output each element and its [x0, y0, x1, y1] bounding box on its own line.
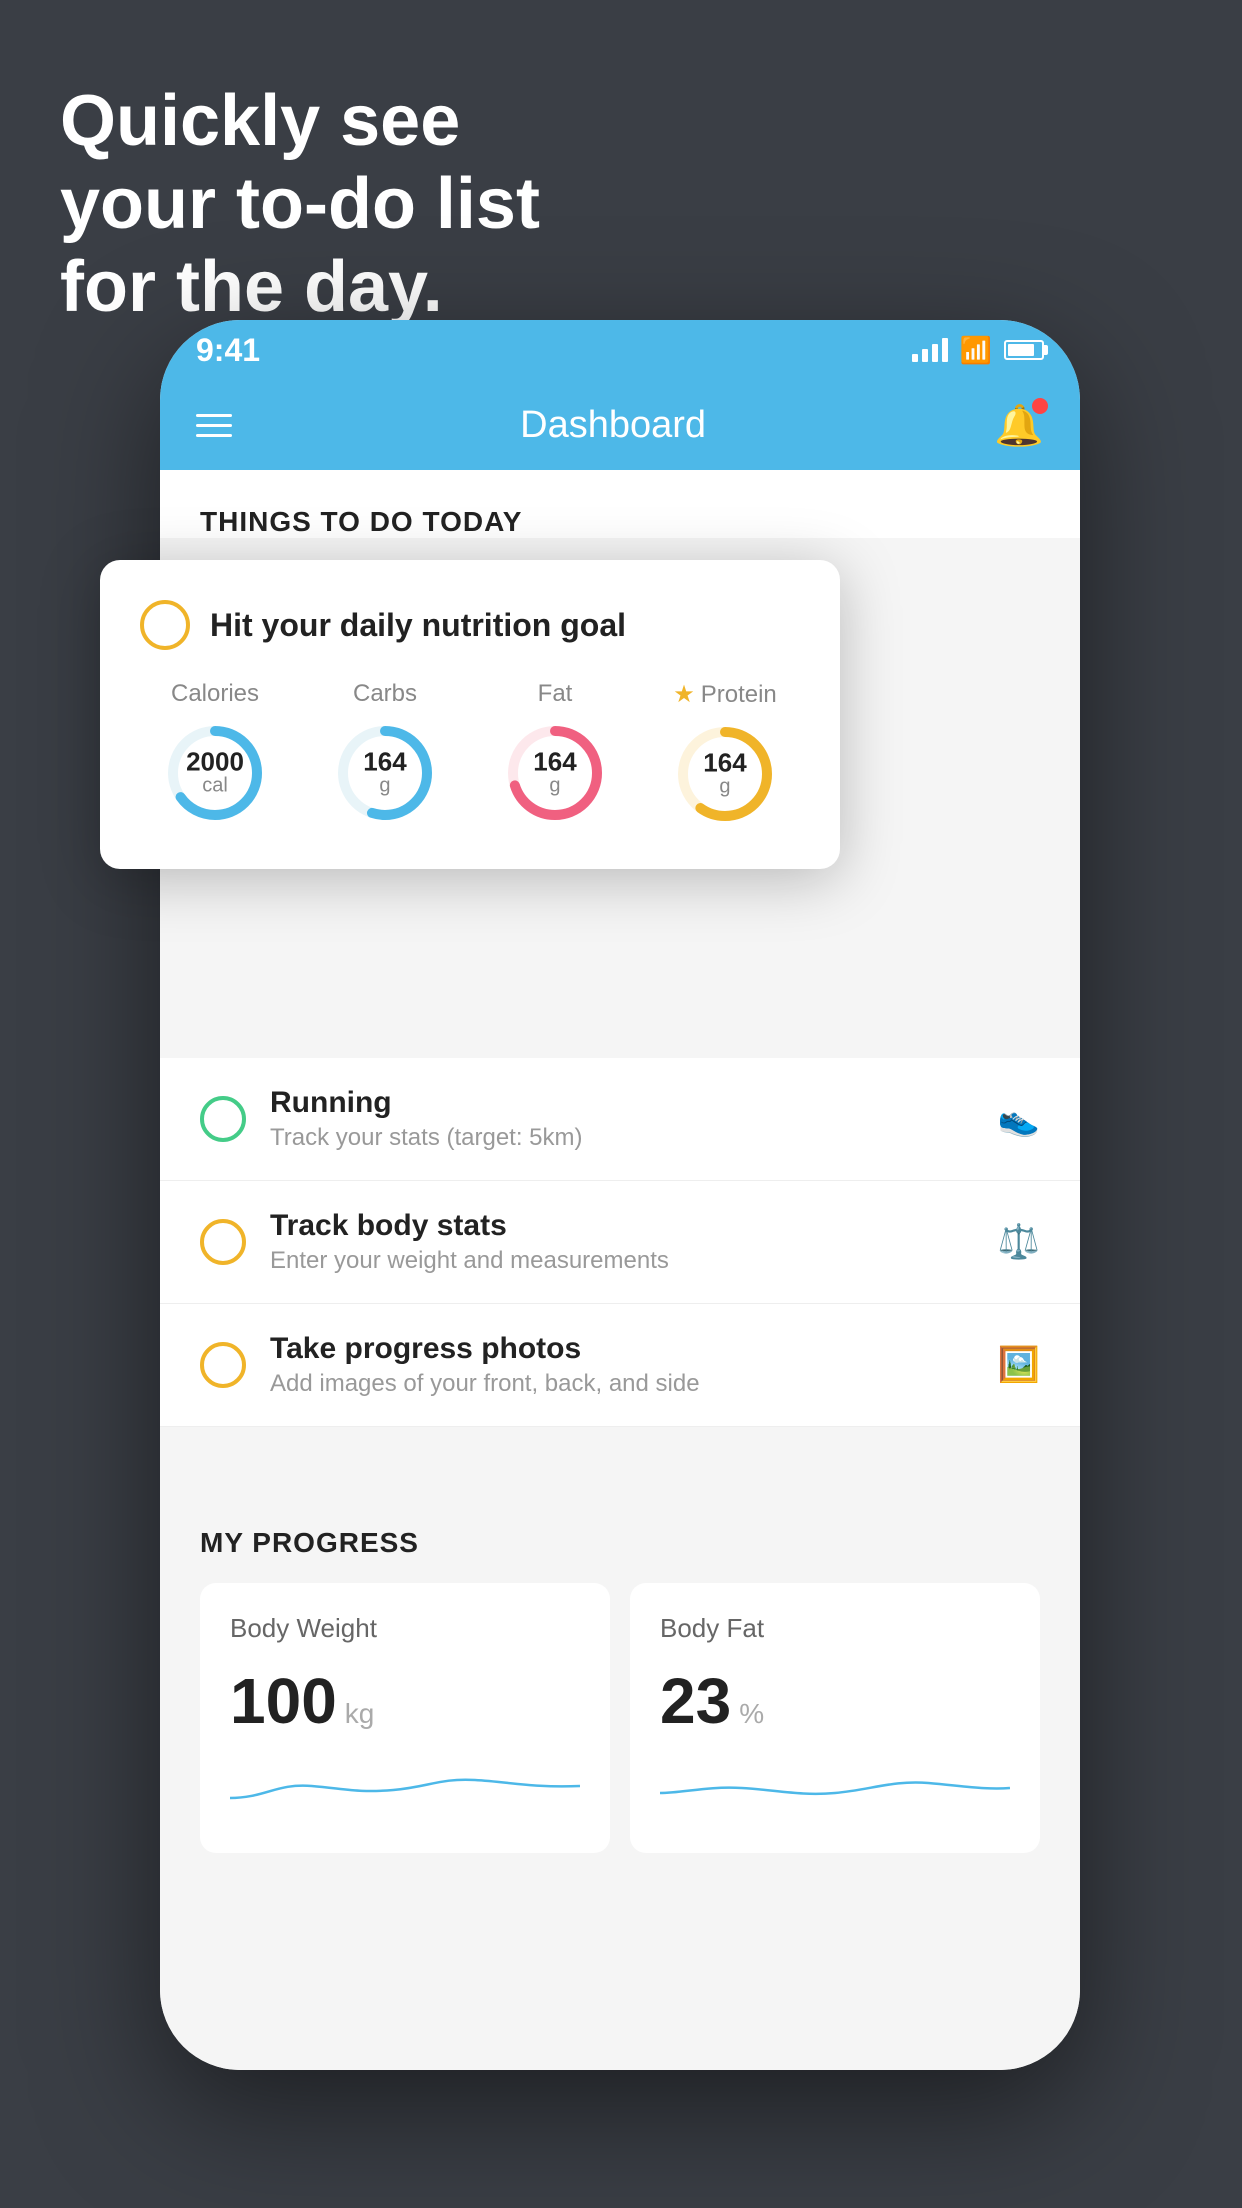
status-time: 9:41	[196, 332, 260, 369]
menu-button[interactable]	[196, 414, 232, 437]
calories-value: 2000	[186, 749, 244, 775]
body-fat-card[interactable]: Body Fat 23 %	[630, 1583, 1040, 1853]
status-bar: 9:41 📶	[160, 320, 1080, 380]
todo-desc-running: Track your stats (target: 5km)	[270, 1124, 974, 1152]
nutrition-card-title: Hit your daily nutrition goal	[210, 607, 626, 644]
headline-line3: for the day.	[60, 247, 443, 327]
calories-donut: 2000 cal	[160, 718, 270, 828]
notification-button[interactable]: 🔔	[994, 402, 1044, 449]
protein-star-icon: ★	[673, 680, 695, 709]
fat-stat: Fat 164 g	[500, 680, 610, 829]
status-icons: 📶	[912, 335, 1044, 366]
calories-unit: cal	[186, 775, 244, 798]
scale-icon: ⚖️	[998, 1222, 1040, 1262]
notification-badge	[1032, 398, 1048, 414]
protein-donut: 164 g	[670, 719, 780, 829]
header-title: Dashboard	[520, 404, 706, 447]
body-weight-unit: kg	[345, 1698, 375, 1730]
progress-cards: Body Weight 100 kg Body Fat 23 %	[200, 1583, 1040, 1853]
wifi-icon: 📶	[960, 335, 992, 366]
progress-section-title: MY PROGRESS	[200, 1527, 1040, 1559]
battery-icon	[1004, 340, 1044, 360]
protein-label: ★ Protein	[673, 680, 777, 709]
todo-text-body-stats: Track body stats Enter your weight and m…	[270, 1209, 974, 1275]
todo-name-body-stats: Track body stats	[270, 1209, 974, 1243]
body-fat-unit: %	[739, 1698, 764, 1730]
carbs-stat: Carbs 164 g	[330, 680, 440, 829]
fat-value: 164	[533, 749, 576, 775]
todo-text-photos: Take progress photos Add images of your …	[270, 1332, 974, 1398]
nutrition-check-circle	[140, 600, 190, 650]
todo-item-photos[interactable]: Take progress photos Add images of your …	[160, 1304, 1080, 1427]
fat-label: Fat	[538, 680, 573, 708]
body-weight-value: 100 kg	[230, 1664, 580, 1738]
background-headline: Quickly see your to-do list for the day.	[60, 80, 540, 328]
body-weight-card[interactable]: Body Weight 100 kg	[200, 1583, 610, 1853]
todo-item-body-stats[interactable]: Track body stats Enter your weight and m…	[160, 1181, 1080, 1304]
calories-label: Calories	[171, 680, 259, 708]
body-weight-chart	[230, 1758, 580, 1818]
body-fat-value: 23 %	[660, 1664, 1010, 1738]
carbs-value: 164	[363, 749, 406, 775]
headline-line2: your to-do list	[60, 164, 540, 244]
carbs-label: Carbs	[353, 680, 417, 708]
todo-desc-body-stats: Enter your weight and measurements	[270, 1247, 974, 1275]
todo-circle-photos	[200, 1342, 246, 1388]
progress-section: MY PROGRESS Body Weight 100 kg Body Fat	[160, 1487, 1080, 1853]
todo-circle-running	[200, 1096, 246, 1142]
fat-unit: g	[533, 775, 576, 798]
fat-donut: 164 g	[500, 718, 610, 828]
running-icon: 👟	[998, 1099, 1040, 1139]
things-section: THINGS TO DO TODAY	[160, 470, 1080, 538]
carbs-donut: 164 g	[330, 718, 440, 828]
todo-item-running[interactable]: Running Track your stats (target: 5km) 👟	[160, 1058, 1080, 1181]
body-fat-chart	[660, 1758, 1010, 1818]
protein-unit: g	[703, 776, 746, 799]
calories-stat: Calories 2000 cal	[160, 680, 270, 829]
protein-value: 164	[703, 750, 746, 776]
things-section-title: THINGS TO DO TODAY	[200, 506, 1040, 538]
nutrition-card-header: Hit your daily nutrition goal	[140, 600, 800, 650]
headline-line1: Quickly see	[60, 81, 460, 161]
todo-desc-photos: Add images of your front, back, and side	[270, 1370, 974, 1398]
body-weight-number: 100	[230, 1664, 337, 1738]
app-header: Dashboard 🔔	[160, 380, 1080, 470]
nutrition-stats: Calories 2000 cal Carbs	[140, 680, 800, 829]
todo-name-photos: Take progress photos	[270, 1332, 974, 1366]
body-fat-number: 23	[660, 1664, 731, 1738]
todo-text-running: Running Track your stats (target: 5km)	[270, 1086, 974, 1152]
todo-circle-body-stats	[200, 1219, 246, 1265]
body-fat-label: Body Fat	[660, 1613, 1010, 1644]
body-weight-label: Body Weight	[230, 1613, 580, 1644]
signal-icon	[912, 338, 948, 362]
protein-stat: ★ Protein 164 g	[670, 680, 780, 829]
photo-icon: 🖼️	[998, 1345, 1040, 1385]
todo-list: Running Track your stats (target: 5km) 👟…	[160, 1058, 1080, 1427]
carbs-unit: g	[363, 775, 406, 798]
nutrition-card: Hit your daily nutrition goal Calories 2…	[100, 560, 840, 869]
todo-name-running: Running	[270, 1086, 974, 1120]
